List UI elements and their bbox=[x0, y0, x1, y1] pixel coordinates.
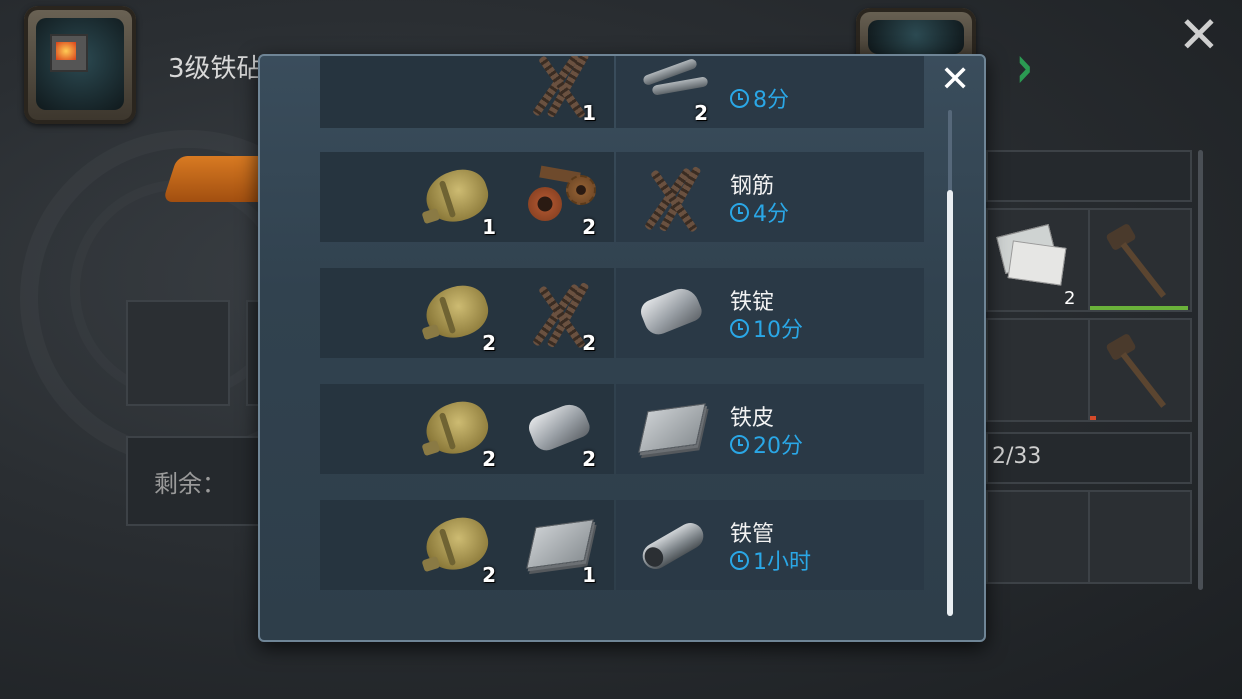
craft-time: 4分 bbox=[730, 196, 789, 228]
item-count: 2 bbox=[1064, 288, 1076, 309]
inventory-scrollbar[interactable] bbox=[1198, 150, 1203, 590]
craft-time: 20分 bbox=[730, 428, 803, 460]
recipe-input-item: 1 bbox=[520, 505, 600, 587]
recipe-output: 铁锭 10分 bbox=[616, 268, 924, 358]
rebar-icon bbox=[644, 165, 704, 233]
recipe-inputs: 2 1 bbox=[320, 500, 614, 590]
clock-icon bbox=[730, 202, 749, 222]
iron-ingot-icon bbox=[637, 283, 705, 339]
recipe-input-item: 2 bbox=[419, 389, 500, 471]
recipe-input-item: 1 bbox=[419, 157, 500, 239]
anvil-furnace-icon bbox=[46, 28, 94, 72]
recipe-row[interactable]: 2 1 铁管 1小时 bbox=[320, 500, 924, 590]
craft-time-value: 20分 bbox=[753, 434, 803, 459]
iron-sheet-icon bbox=[526, 519, 594, 569]
item-count: 1 bbox=[482, 215, 496, 239]
recipe-input-item: 2 bbox=[419, 505, 500, 587]
clock-icon bbox=[730, 88, 749, 108]
recipe-inputs: 1 2 bbox=[320, 152, 614, 242]
craft-time-value: 10分 bbox=[753, 318, 803, 343]
pipes-icon bbox=[641, 57, 712, 107]
recipe-output-item bbox=[632, 157, 712, 237]
inventory-slot[interactable] bbox=[986, 490, 1090, 584]
close-screen-icon[interactable]: ✕ bbox=[1178, 10, 1220, 60]
close-modal-icon[interactable]: ✕ bbox=[940, 62, 970, 98]
hammer-icon bbox=[1096, 216, 1186, 306]
clock-icon bbox=[730, 434, 749, 454]
recipe-output: 2 8分 bbox=[616, 56, 924, 128]
craft-time: 8分 bbox=[730, 82, 789, 114]
craft-time: 10分 bbox=[730, 312, 803, 344]
hammer-icon bbox=[1096, 326, 1186, 416]
clock-icon bbox=[730, 318, 749, 338]
clock-icon bbox=[730, 550, 749, 570]
item-count: 2 bbox=[482, 447, 496, 471]
recipe-output-item bbox=[632, 505, 712, 585]
recipe-inputs: 2 2 bbox=[320, 268, 614, 358]
recipe-input-item: 2 bbox=[419, 273, 500, 355]
recipe-row[interactable]: 1 2 8分 bbox=[320, 56, 924, 128]
recipe-row[interactable]: 2 2 铁皮 20分 bbox=[320, 384, 924, 474]
remaining-label: 剩余： bbox=[154, 470, 226, 498]
recipe-input-item: 2 bbox=[520, 389, 600, 471]
recipe-input-item: 2 bbox=[520, 273, 600, 355]
recipe-output-item: 2 bbox=[632, 56, 712, 125]
station-title: 3级铁砧 bbox=[168, 54, 263, 84]
recipe-row[interactable]: 1 2 钢筋 4分 bbox=[320, 152, 924, 242]
recipe-input-item: 1 bbox=[520, 56, 600, 125]
inventory-capacity: 2/33 bbox=[992, 444, 1042, 469]
recipe-output: 铁皮 20分 bbox=[616, 384, 924, 474]
durability-bar bbox=[1090, 416, 1096, 420]
recipe-output: 铁管 1小时 bbox=[616, 500, 924, 590]
item-count: 1 bbox=[582, 101, 596, 125]
inventory-slot[interactable] bbox=[1088, 490, 1192, 584]
recipe-scrollbar-thumb[interactable] bbox=[947, 190, 953, 616]
item-count: 2 bbox=[582, 447, 596, 471]
recipe-list-modal: 1 2 8分 1 2 钢筋 4分 2 2 铁锭 10分 2 2 铁皮 20分 2… bbox=[258, 54, 986, 642]
inventory-slot[interactable] bbox=[986, 318, 1090, 422]
recipe-input-item: 2 bbox=[520, 157, 600, 239]
item-count: 1 bbox=[582, 563, 596, 587]
item-count: 2 bbox=[482, 331, 496, 355]
item-count: 2 bbox=[482, 563, 496, 587]
craft-time-value: 4分 bbox=[753, 202, 789, 227]
inventory-header bbox=[986, 150, 1192, 202]
item-count: 2 bbox=[582, 215, 596, 239]
recipe-output-item bbox=[632, 273, 712, 353]
item-count: 2 bbox=[694, 101, 708, 125]
craft-time-value: 1小时 bbox=[753, 550, 811, 575]
item-count: 2 bbox=[582, 331, 596, 355]
craft-time: 1小时 bbox=[730, 544, 811, 576]
recipe-output-item bbox=[632, 389, 712, 469]
durability-bar bbox=[1090, 306, 1188, 310]
recipe-output: 钢筋 4分 bbox=[616, 152, 924, 242]
craft-input-slot[interactable] bbox=[126, 300, 230, 406]
station-portrait bbox=[24, 6, 136, 124]
recipe-inputs: 1 bbox=[320, 56, 614, 128]
iron-pipe-icon bbox=[637, 518, 709, 574]
next-station-arrow-icon[interactable]: › bbox=[1016, 32, 1033, 102]
iron-sheet-icon bbox=[638, 403, 706, 453]
papers-icon bbox=[996, 224, 1067, 286]
recipe-row[interactable]: 2 2 铁锭 10分 bbox=[320, 268, 924, 358]
recipe-inputs: 2 2 bbox=[320, 384, 614, 474]
craft-time-value: 8分 bbox=[753, 88, 789, 113]
